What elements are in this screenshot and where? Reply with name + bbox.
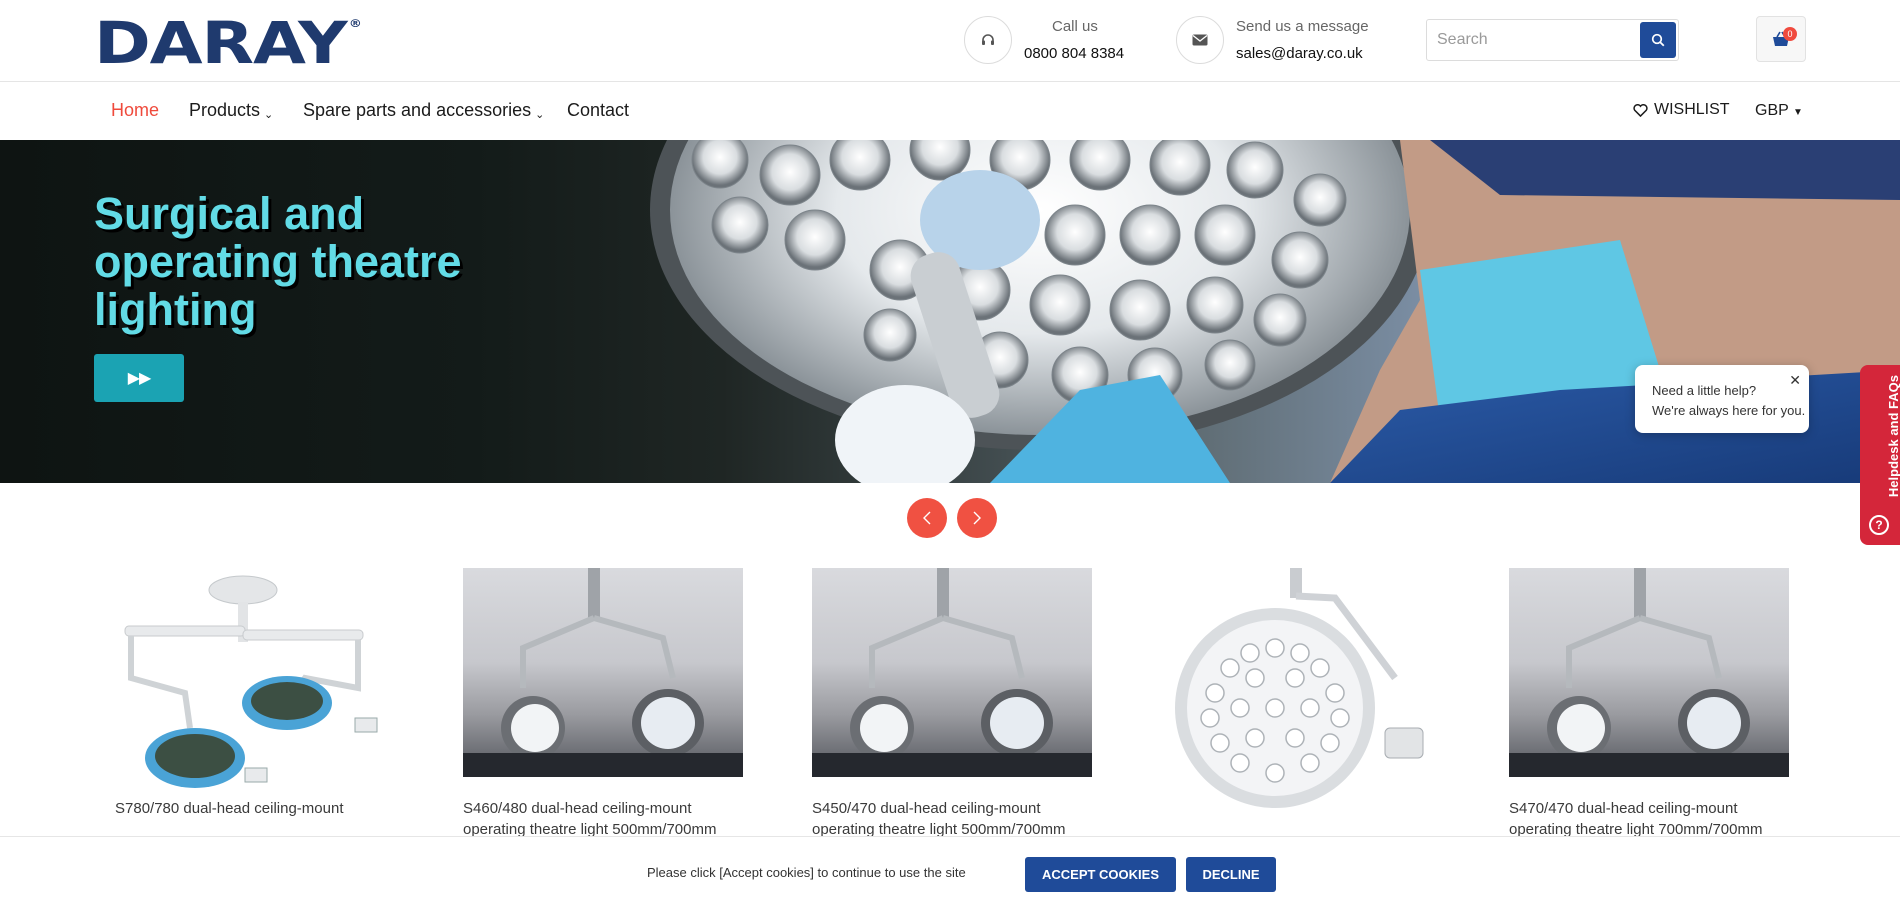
email-link[interactable]: sales@daray.co.uk xyxy=(1236,45,1363,62)
cookie-message: Please click [Accept cookies] to continu… xyxy=(647,865,966,880)
currency-selector[interactable]: GBP ▼ xyxy=(1755,102,1803,120)
wishlist-link[interactable]: WISHLIST xyxy=(1633,101,1730,119)
cart-button[interactable]: 0 xyxy=(1756,16,1806,62)
product-name[interactable]: S450/470 dual-head ceiling-mount operati… xyxy=(812,798,1102,840)
next-slide-button[interactable] xyxy=(957,498,997,538)
product-card[interactable]: S780/780 dual-head ceiling-mount xyxy=(115,568,395,819)
call-us-block: Call us 0800 804 8384 xyxy=(964,15,1134,65)
wishlist-label: WISHLIST xyxy=(1654,101,1730,118)
nav-products-label: Products xyxy=(189,100,261,120)
product-card[interactable]: S450/470 dual-head ceiling-mount operati… xyxy=(812,568,1092,840)
search-icon xyxy=(1651,33,1665,47)
product-card[interactable] xyxy=(1160,568,1440,834)
cookie-bar: Please click [Accept cookies] to continu… xyxy=(0,836,1900,906)
chevron-left-icon xyxy=(923,511,931,525)
search-box xyxy=(1426,19,1679,61)
accept-cookies-button[interactable]: ACCEPT COOKIES xyxy=(1025,857,1176,892)
nav-spare-parts[interactable]: Spare parts and accessories ⌄ xyxy=(303,100,544,121)
product-name[interactable]: S470/470 dual-head ceiling-mount operati… xyxy=(1509,798,1799,840)
product-image[interactable] xyxy=(115,568,395,798)
hero-title: Surgical and operating theatre lighting xyxy=(94,188,462,335)
nav-products[interactable]: Products ⌄ xyxy=(189,100,273,121)
caret-down-icon: ▼ xyxy=(1792,107,1803,118)
envelope-icon xyxy=(1176,16,1224,64)
product-card[interactable]: S460/480 dual-head ceiling-mount operati… xyxy=(463,568,743,840)
headset-icon xyxy=(964,16,1012,64)
product-card[interactable]: S470/470 dual-head ceiling-mount operati… xyxy=(1509,568,1789,840)
hero-play-button[interactable]: ▶▶ xyxy=(94,354,184,402)
decline-cookies-button[interactable]: DECLINE xyxy=(1186,857,1276,892)
nav-contact[interactable]: Contact xyxy=(567,100,629,121)
helpdesk-tab[interactable]: Helpdesk and FAQs ? xyxy=(1860,365,1900,545)
product-name[interactable]: S780/780 dual-head ceiling-mount xyxy=(115,798,405,819)
message-block: Send us a message sales@daray.co.uk xyxy=(1176,15,1386,65)
chevron-down-icon: ⌄ xyxy=(535,109,545,121)
nav-home[interactable]: Home xyxy=(111,100,159,121)
hero-banner: Surgical and operating theatre lighting … xyxy=(0,140,1900,483)
question-mark-icon: ? xyxy=(1869,515,1889,535)
daray-logo[interactable]: DARAY ® xyxy=(94,14,362,72)
nav-spare-parts-label: Spare parts and accessories xyxy=(303,100,532,120)
logo-text[interactable]: DARAY xyxy=(94,9,348,77)
fast-forward-icon: ▶▶ xyxy=(127,370,152,387)
product-image[interactable] xyxy=(1160,568,1440,813)
product-image[interactable] xyxy=(463,568,743,777)
search-button[interactable] xyxy=(1640,22,1676,58)
close-icon[interactable]: ✕ xyxy=(1789,370,1801,390)
product-image[interactable] xyxy=(812,568,1092,777)
currency-label: GBP xyxy=(1755,102,1789,119)
product-image[interactable] xyxy=(1509,568,1789,777)
phone-number[interactable]: 0800 804 8384 xyxy=(1024,45,1124,62)
registered-mark: ® xyxy=(348,17,362,30)
heart-icon xyxy=(1633,103,1648,117)
prev-slide-button[interactable] xyxy=(907,498,947,538)
top-header: DARAY ® Call us 0800 804 8384 Send us a m… xyxy=(0,0,1900,82)
message-label: Send us a message xyxy=(1236,18,1369,35)
help-bubble: ✕ Need a little help? We're always here … xyxy=(1635,365,1809,433)
cart-count-badge: 0 xyxy=(1783,27,1797,41)
helpdesk-label: Helpdesk and FAQs xyxy=(1886,375,1900,498)
help-line-1: Need a little help? xyxy=(1652,383,1757,398)
chevron-down-icon: ⌄ xyxy=(264,109,274,121)
call-us-label: Call us xyxy=(1052,18,1098,35)
search-input[interactable] xyxy=(1427,20,1639,60)
main-nav: Home Products ⌄ Spare parts and accessori… xyxy=(0,82,1900,140)
chevron-right-icon xyxy=(973,511,981,525)
help-line-2: We're always here for you. xyxy=(1652,403,1806,418)
product-name[interactable]: S460/480 dual-head ceiling-mount operati… xyxy=(463,798,753,840)
